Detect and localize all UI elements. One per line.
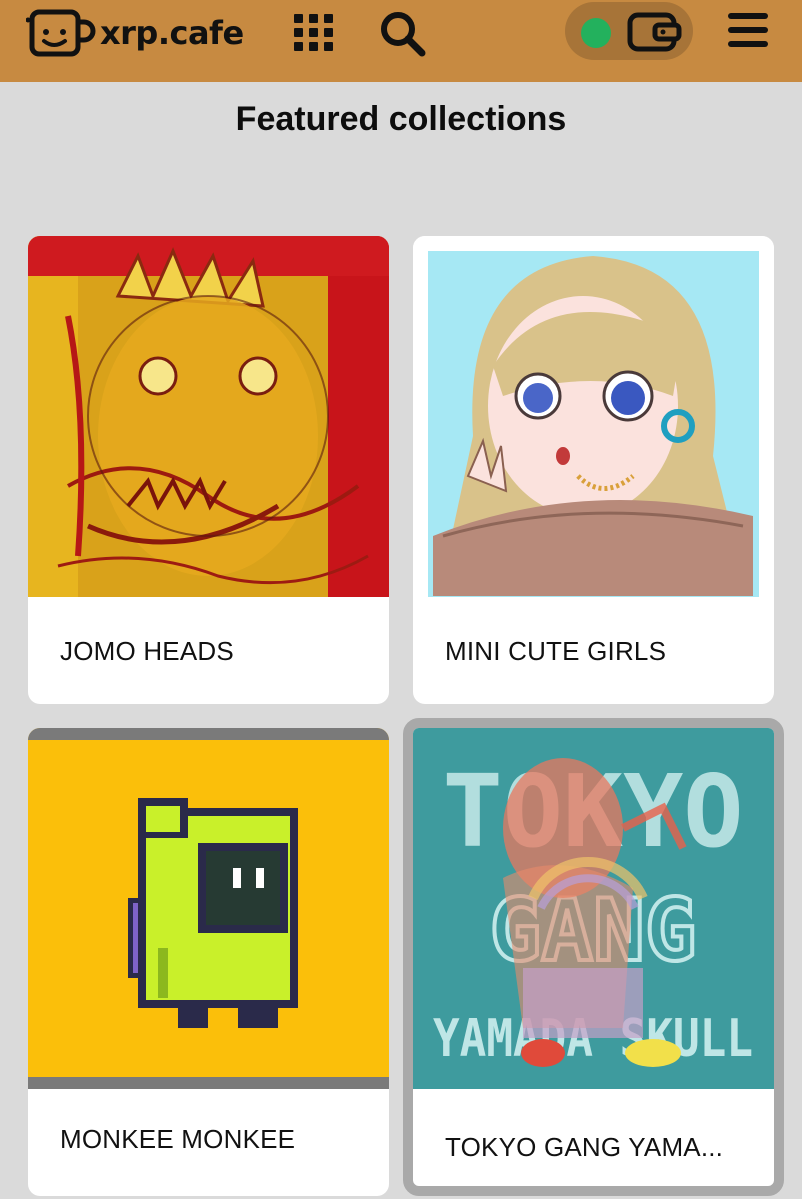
- brand-logo[interactable]: xrp.cafe: [26, 8, 244, 58]
- page-title: Featured collections: [235, 100, 567, 138]
- connection-status-dot: [581, 18, 611, 48]
- wallet-icon: [627, 12, 682, 52]
- collection-image: [28, 728, 389, 1089]
- collection-card-selected[interactable]: TOKYO GANG YAMADA SKULL TOKYO GANG YAMA.…: [403, 718, 784, 1196]
- mug-logo-icon: [26, 9, 96, 57]
- collection-card[interactable]: JOMO HEADS: [28, 236, 389, 704]
- menu-icon: [728, 13, 768, 47]
- collection-card[interactable]: MONKEE MONKEE: [28, 728, 389, 1196]
- apps-grid-button[interactable]: [290, 10, 338, 54]
- top-bar: xrp.cafe: [0, 0, 802, 82]
- wallet-button[interactable]: [565, 2, 693, 60]
- collection-image: TOKYO GANG YAMADA SKULL: [413, 728, 774, 1089]
- collection-card[interactable]: MINI CUTE GIRLS: [413, 236, 774, 704]
- collection-name: MONKEE MONKEE: [60, 1124, 296, 1154]
- collection-name: MINI CUTE GIRLS: [445, 636, 667, 666]
- collection-name: TOKYO GANG YAMA...: [445, 1132, 724, 1162]
- collection-image: [28, 236, 389, 597]
- collection-name: JOMO HEADS: [60, 636, 234, 666]
- search-icon: [381, 12, 426, 57]
- collection-image: [413, 236, 774, 597]
- menu-button[interactable]: [724, 8, 772, 52]
- brand-name: xrp.cafe: [100, 14, 244, 52]
- search-button[interactable]: [376, 8, 428, 58]
- apps-grid-icon: [294, 14, 333, 51]
